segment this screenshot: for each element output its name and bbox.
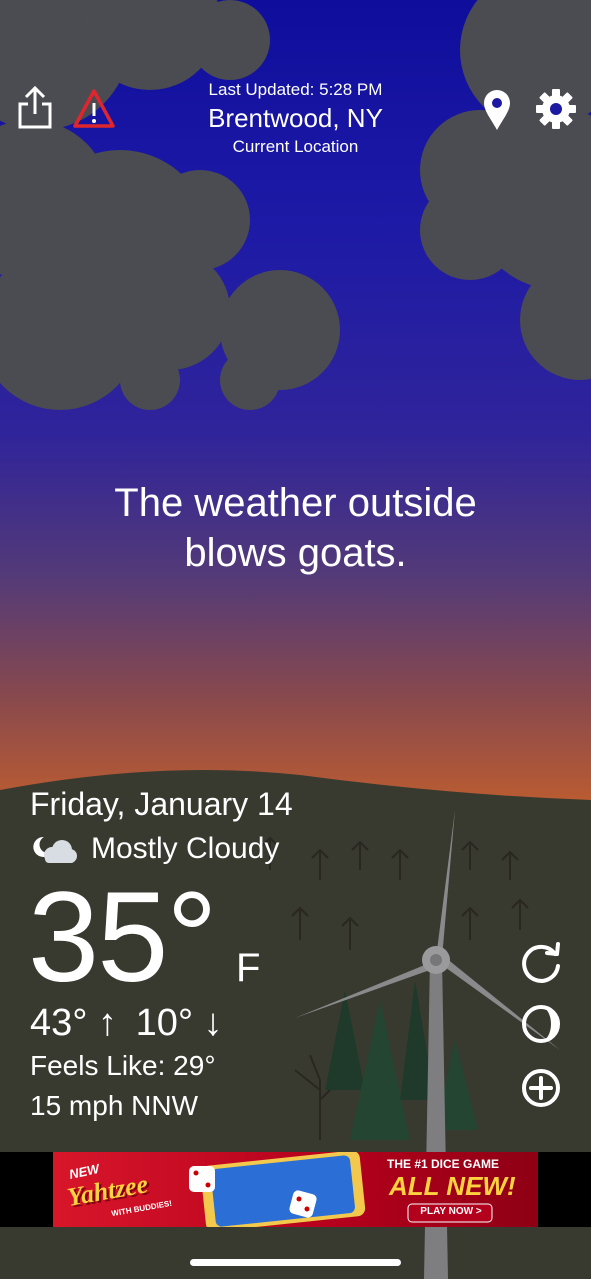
moon-phase-button[interactable] <box>519 1002 563 1051</box>
ad-headline-big: ALL NEW! <box>389 1171 516 1201</box>
ad-headline-small: THE #1 DICE GAME <box>387 1157 500 1171</box>
wind-speed: 15 mph NNW <box>30 1090 199 1121</box>
moon-phase-icon <box>522 1005 560 1043</box>
feels-like: Feels Like: 29° <box>30 1050 216 1081</box>
location-label: Current Location <box>232 137 359 156</box>
weather-tagline: The weather outside blows goats. <box>60 478 531 578</box>
background-scene <box>0 0 591 1279</box>
refresh-button[interactable] <box>519 940 563 989</box>
plus-circle-icon <box>522 1069 560 1107</box>
high-temperature: 43° <box>30 1002 88 1044</box>
condition-text: Mostly Cloudy <box>91 832 280 865</box>
cloud-right <box>420 0 591 380</box>
high-low: 43° ↑ 10° ↓ <box>30 1002 223 1045</box>
current-temperature: 35° <box>28 866 218 1009</box>
temperature-unit: F <box>236 946 261 990</box>
arrow-up-icon: ↑ <box>98 1002 118 1044</box>
weather-screen: Last Updated: 5:28 PM Brentwood, NY Curr… <box>0 0 591 1279</box>
arrow-down-icon: ↓ <box>203 1002 223 1044</box>
gear-icon <box>536 89 576 129</box>
tagline-line-2: blows goats. <box>184 531 407 575</box>
add-location-button[interactable] <box>519 1066 563 1115</box>
settings-button[interactable] <box>535 88 577 135</box>
partly-cloudy-night-icon <box>30 835 78 870</box>
forecast-date: Friday, January 14 <box>30 786 293 822</box>
cloud-left <box>0 0 340 410</box>
low-temperature: 10° <box>135 1002 194 1044</box>
ad-play-button[interactable]: PLAY NOW > <box>409 1206 493 1217</box>
tagline-line-1: The weather outside <box>114 481 477 525</box>
ad-banner[interactable]: NEW Yahtzee WITH BUDDIES! THE #1 DICE GA… <box>53 1152 538 1227</box>
map-pin-icon <box>484 90 510 130</box>
location-button[interactable] <box>482 89 512 136</box>
home-indicator[interactable] <box>190 1259 401 1266</box>
refresh-icon <box>522 942 560 983</box>
